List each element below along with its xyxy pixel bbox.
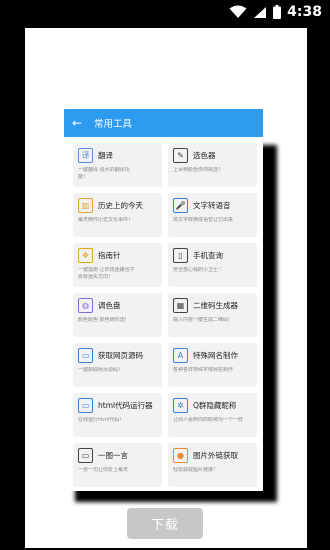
tile-description: 一键获取网页源码！ — [78, 367, 124, 373]
microphone-icon: 🎤 — [173, 198, 188, 213]
tile-description: 输入内容一键生成二维码! — [173, 317, 231, 323]
tile-title: html代码运行器 — [98, 401, 153, 410]
tile-title: 翻译 — [98, 151, 113, 160]
tile-header: ▯ 手机查询 — [173, 247, 253, 264]
tile-description: 轻松获取图片链接！ — [173, 467, 219, 473]
tool-tile[interactable]: 译翻译一键翻译 强大的翻译功 能！ — [73, 143, 162, 187]
tile-description: 将文字转换成语音让它出来 — [173, 217, 234, 223]
tool-tile[interactable]: ▯ 手机查询安全放心我的小卫士♡ — [168, 243, 257, 287]
tile-description: 一张一句让你爱上每天 — [78, 467, 129, 473]
tile-title: 指南针 — [98, 251, 121, 260]
app-bar: ← 常用工具 — [64, 109, 263, 137]
monitor-icon: ▭ — [78, 348, 93, 363]
tile-header: ▭ 获取网页源码 — [78, 347, 158, 364]
code-runner-icon: ▭ — [78, 398, 93, 413]
tile-header: ▦ 二维码生成器 — [173, 297, 253, 314]
tile-header: ● 图片外链获取 — [173, 447, 253, 464]
tile-title: 文字转语音 — [193, 201, 231, 210]
tile-header: ◍ 调色盘 — [78, 297, 158, 314]
translate-icon: 译 — [78, 148, 93, 163]
tool-tile[interactable]: ✲ Q群隐藏昵称让别人看到你的昵称为一个一样 — [168, 393, 257, 437]
tile-description-line2: 会有迷失方向！ — [78, 274, 114, 280]
tile-title: 手机查询 — [193, 251, 223, 260]
tool-tile[interactable]: ▭ 一图一言一张一句让你爱上每天 — [73, 443, 162, 487]
hide-nickname-icon: ✲ — [173, 398, 188, 413]
tile-description: 上百种颜色供你挑选！ — [173, 167, 224, 173]
tool-tile[interactable]: ✎ 选色器上百种颜色供你挑选！ — [168, 143, 257, 187]
phone-mockup: ← 常用工具 译翻译一键翻译 强大的翻译功 能！ ✎ 选色器上百种颜色供你挑选！ ▥ 历史… — [64, 109, 263, 491]
qrcode-icon: ▦ — [173, 298, 188, 313]
page-title: 常用工具 — [94, 119, 133, 130]
tile-title: 二维码生成器 — [193, 301, 238, 310]
tile-description: 在线运行html代码！ — [78, 417, 125, 423]
status-time: 4:38 — [287, 4, 322, 20]
app-preview-screen: ← 常用工具 译翻译一键翻译 强大的翻译功 能！ ✎ 选色器上百种颜色供你挑选！ ▥ 历史… — [0, 25, 330, 550]
tile-header: 🎤 文字转语音 — [173, 197, 253, 214]
tool-tile[interactable]: ✥ 指南针一键指南 让你再迷路也不 会有迷失方向！ — [73, 243, 162, 287]
tile-description-line2: 能！ — [78, 174, 89, 180]
tile-title: 一图一言 — [98, 451, 128, 460]
download-button[interactable]: 下载 — [127, 508, 203, 539]
tool-grid: 译翻译一键翻译 强大的翻译功 能！ ✎ 选色器上百种颜色供你挑选！ ▥ 历史上的今天每天两… — [64, 137, 263, 487]
tool-tile[interactable]: 🎤 文字转语音将文字转换成语音让它出来 — [168, 193, 257, 237]
tool-tile[interactable]: ▭ html代码运行器在线运行html代码！ — [73, 393, 162, 437]
compass-icon: ✥ — [78, 248, 93, 263]
tool-tile[interactable]: ▥ 历史上的今天每天两件历史文化事件！ — [73, 193, 162, 237]
tile-header: ✥ 指南针 — [78, 247, 158, 264]
tile-title: 图片外链获取 — [193, 451, 238, 460]
status-bar: 4:38 — [0, 0, 330, 25]
special-font-icon: A — [173, 348, 188, 363]
tile-header: A 特殊网名制作 — [173, 347, 253, 364]
tile-description: 一键翻译 强大的翻译功 — [78, 167, 130, 173]
tile-title: Q群隐藏昵称 — [193, 401, 237, 410]
signal-icon — [254, 7, 266, 18]
image-quote-icon: ▭ — [78, 448, 93, 463]
tool-tile[interactable]: ◍ 调色盘颜色配色 颜色随你选! — [73, 293, 162, 337]
tile-description: 各种各样特殊字体网名制作 — [173, 367, 234, 373]
tile-title: 历史上的今天 — [98, 201, 143, 210]
image-link-icon: ● — [173, 448, 188, 463]
tile-title: 选色器 — [193, 151, 216, 160]
tile-header: ✲ Q群隐藏昵称 — [173, 397, 253, 414]
tile-description: 每天两件历史文化事件！ — [78, 217, 134, 223]
tile-header: ▭ 一图一言 — [78, 447, 158, 464]
tile-title: 获取网页源码 — [98, 351, 143, 360]
color-picker-icon: ✎ — [173, 148, 188, 163]
tile-description: 颜色配色 颜色随你选! — [78, 317, 127, 323]
tool-tile[interactable]: ▦ 二维码生成器输入内容一键生成二维码! — [168, 293, 257, 337]
tile-description: 让别人看到你的昵称为一个一样 — [173, 417, 244, 423]
phone-icon: ▯ — [173, 248, 188, 263]
history-book-icon: ▥ — [78, 198, 93, 213]
tile-description: 一键指南 让你再迷路也不 — [78, 267, 135, 273]
palette-icon: ◍ — [78, 298, 93, 313]
tool-tile[interactable]: ▭ 获取网页源码一键获取网页源码！ — [73, 343, 162, 387]
tile-header: ✎ 选色器 — [173, 147, 253, 164]
tile-title: 特殊网名制作 — [193, 351, 238, 360]
wifi-icon — [229, 5, 247, 18]
tool-tile[interactable]: A 特殊网名制作各种各样特殊字体网名制作 — [168, 343, 257, 387]
tile-description: 安全放心我的小卫士♡ — [173, 267, 223, 273]
tool-tile[interactable]: ● 图片外链获取轻松获取图片链接！ — [168, 443, 257, 487]
tile-title: 调色盘 — [98, 301, 121, 310]
tile-header: ▥ 历史上的今天 — [78, 197, 158, 214]
back-arrow-icon[interactable]: ← — [66, 116, 88, 130]
tile-header: ▭ html代码运行器 — [78, 397, 158, 414]
battery-icon — [273, 5, 281, 19]
tile-header: 译翻译 — [78, 147, 158, 164]
